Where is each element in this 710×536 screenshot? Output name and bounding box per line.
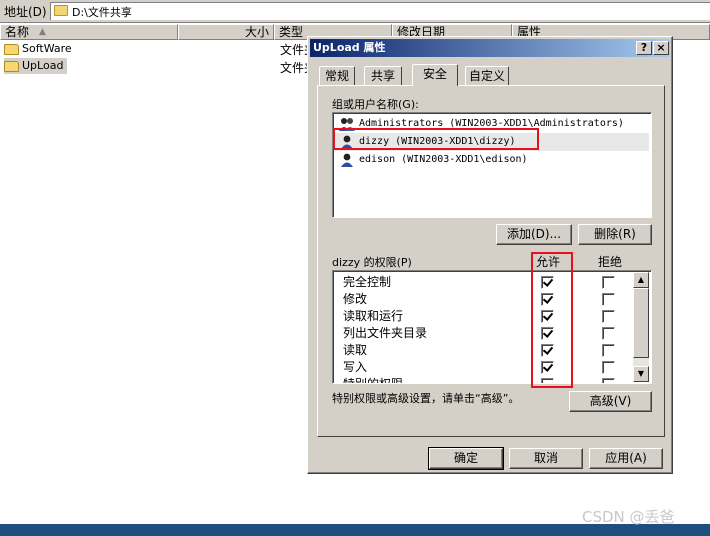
allow-checkbox-list-folder[interactable] — [541, 327, 554, 340]
tab-label: 共享 — [370, 69, 395, 83]
tree-item-label: UpLoad — [22, 59, 64, 72]
remove-button[interactable]: 删除(R) — [578, 224, 652, 245]
deny-checkbox-list-folder[interactable] — [602, 327, 615, 340]
user-icon — [341, 135, 353, 149]
permission-full-control: 完全控制 — [343, 275, 392, 289]
deny-checkbox-modify[interactable] — [602, 293, 615, 306]
permissions-scrollbar[interactable]: ▲ ▼ — [633, 272, 649, 382]
scroll-thumb[interactable] — [633, 288, 649, 358]
properties-dialog: UpLoad 属性 ? × 常规 共享 安全 自定义 组或用户名称(G): Ad… — [307, 36, 673, 474]
user-row-dizzy[interactable]: dizzy (WIN2003-XDD1\dizzy) — [335, 133, 649, 151]
column-header-size[interactable]: 大小 — [178, 24, 274, 40]
security-tab-panel: 组或用户名称(G): Administrators (WIN2003-XDD1\… — [317, 85, 665, 437]
tab-label: 自定义 — [468, 69, 505, 83]
deny-checkbox-full-control[interactable] — [602, 276, 615, 289]
deny-checkbox-read-execute[interactable] — [602, 310, 615, 323]
allow-header: 允许 — [536, 255, 561, 269]
folder-icon — [4, 61, 19, 72]
column-header-size-label: 大小 — [244, 25, 269, 39]
deny-header: 拒绝 — [598, 255, 623, 269]
folder-tree: SoftWare UpLoad — [0, 40, 178, 524]
apply-button[interactable]: 应用(A) — [589, 448, 663, 469]
allow-checkbox-modify[interactable] — [541, 293, 554, 306]
group-icon — [339, 118, 355, 131]
allow-checkbox-read-execute[interactable] — [541, 310, 554, 323]
cancel-button[interactable]: 取消 — [509, 448, 583, 469]
address-value: D:\文件共享 — [72, 6, 132, 19]
permissions-label: dizzy 的权限(P) — [332, 256, 412, 269]
permission-read-execute: 读取和运行 — [343, 309, 404, 323]
tab-security[interactable]: 安全 — [412, 64, 458, 86]
tree-item-upload[interactable]: UpLoad — [4, 58, 68, 74]
users-label: 组或用户名称(G): — [332, 98, 419, 111]
tab-label: 安全 — [422, 67, 447, 81]
permission-modify: 修改 — [343, 292, 368, 306]
add-button[interactable]: 添加(D)... — [496, 224, 572, 245]
deny-checkbox-read[interactable] — [602, 344, 615, 357]
tab-general[interactable]: 常规 — [319, 66, 355, 86]
tab-label: 常规 — [324, 69, 349, 83]
watermark: CSDN @丢爸 — [582, 508, 675, 526]
permission-read: 读取 — [343, 343, 368, 357]
tab-sharing[interactable]: 共享 — [364, 66, 402, 86]
permissions-list[interactable]: 完全控制 修改 读取和运行 列出文件夹目录 读取 写入 特别的权限 ▲ ▼ — [332, 270, 652, 384]
folder-icon — [4, 44, 19, 55]
address-input[interactable]: D:\文件共享 — [50, 2, 710, 20]
allow-checkbox-read[interactable] — [541, 344, 554, 357]
tab-custom[interactable]: 自定义 — [465, 66, 509, 86]
allow-checkbox-special[interactable] — [541, 378, 554, 383]
advanced-button[interactable]: 高级(V) — [569, 391, 652, 412]
address-label: 地址(D) — [4, 5, 47, 19]
users-list[interactable]: Administrators (WIN2003-XDD1\Administrat… — [332, 112, 652, 218]
permission-special: 特别的权限 — [343, 377, 404, 384]
user-row-administrators[interactable]: Administrators (WIN2003-XDD1\Administrat… — [335, 115, 649, 133]
dialog-titlebar[interactable]: UpLoad 属性 ? × — [310, 39, 670, 57]
deny-checkbox-write[interactable] — [602, 361, 615, 374]
scroll-down-icon[interactable]: ▼ — [633, 366, 649, 382]
ok-button[interactable]: 确定 — [428, 447, 504, 470]
column-header-name-label: 名称 — [5, 25, 30, 39]
help-button[interactable]: ? — [636, 41, 652, 55]
user-label: edison (WIN2003-XDD1\edison) — [359, 154, 528, 165]
tree-item-label: SoftWare — [22, 42, 72, 55]
deny-checkbox-special[interactable] — [602, 378, 615, 383]
tree-item-software[interactable]: SoftWare — [4, 41, 72, 57]
user-label: Administrators (WIN2003-XDD1\Administrat… — [359, 118, 624, 129]
user-row-edison[interactable]: edison (WIN2003-XDD1\edison) — [335, 151, 649, 169]
allow-checkbox-full-control[interactable] — [541, 276, 554, 289]
advanced-hint: 特别权限或高级设置，请单击“高级”。 — [332, 392, 520, 405]
user-icon — [341, 153, 353, 167]
user-label: dizzy (WIN2003-XDD1\dizzy) — [359, 136, 516, 147]
scroll-up-icon[interactable]: ▲ — [633, 272, 649, 288]
column-header-type-label: 类型 — [279, 25, 304, 39]
sort-up-icon: ▲ — [39, 27, 46, 37]
folder-icon — [54, 5, 68, 16]
dialog-title: UpLoad 属性 — [313, 41, 386, 54]
column-header-name[interactable]: 名称 ▲ — [0, 24, 178, 40]
allow-checkbox-write[interactable] — [541, 361, 554, 374]
permission-list-folder: 列出文件夹目录 — [343, 326, 428, 340]
address-bar: 地址(D) D:\文件共享 — [0, 0, 710, 23]
permission-write: 写入 — [343, 360, 368, 374]
close-button[interactable]: × — [653, 41, 669, 55]
